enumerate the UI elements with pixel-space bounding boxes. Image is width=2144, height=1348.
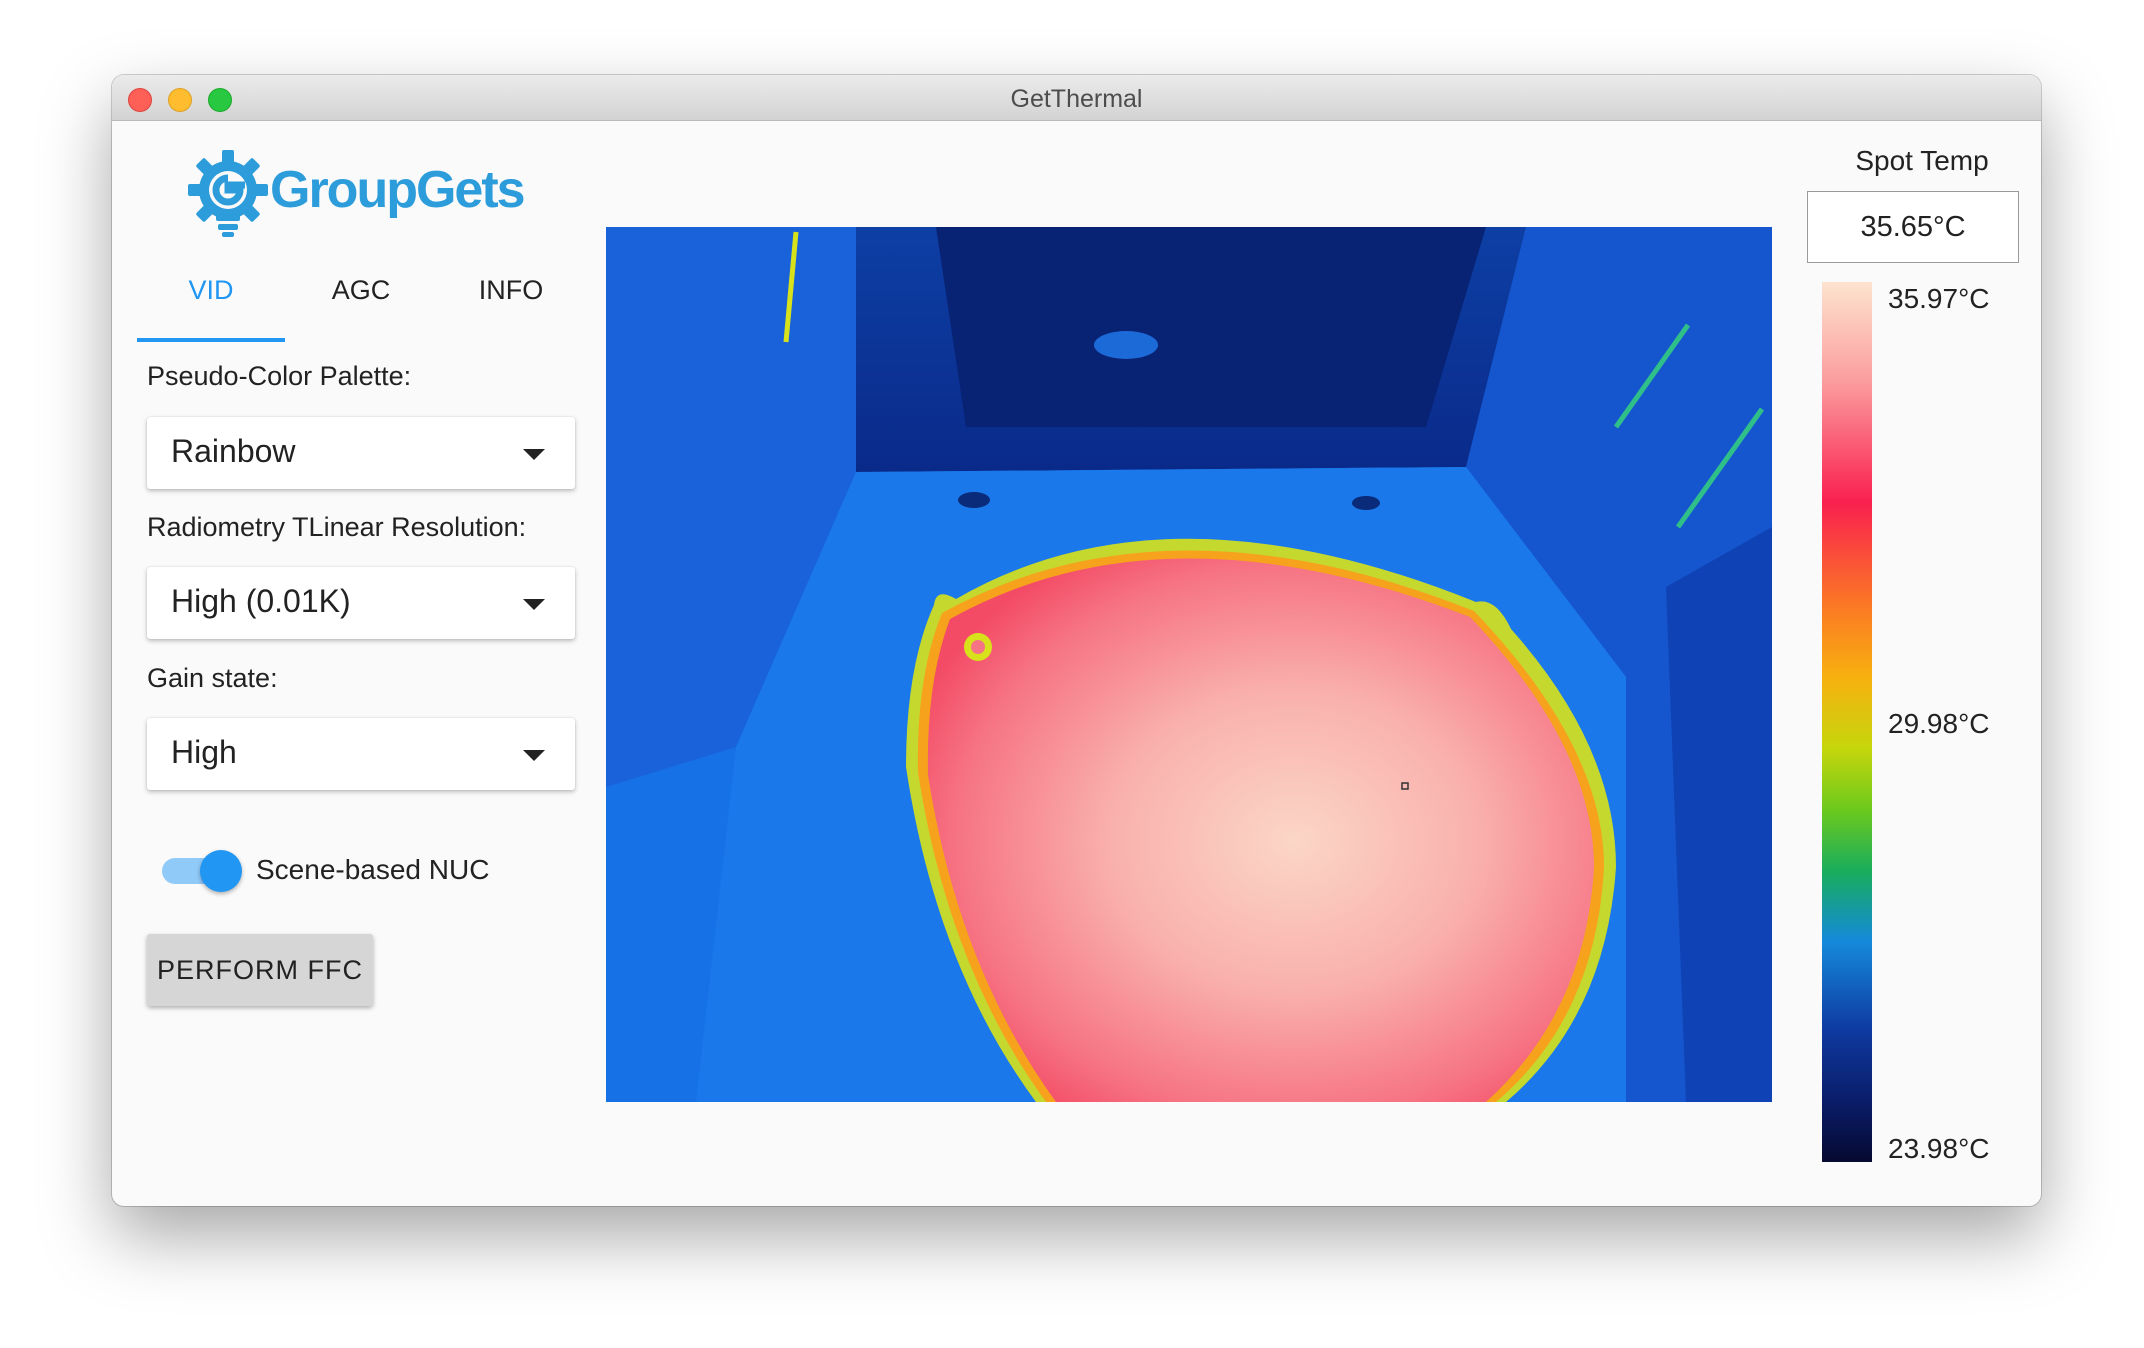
thermal-image <box>606 227 1772 1102</box>
tab-agc[interactable]: AGC <box>286 270 436 310</box>
tab-indicator <box>137 338 285 342</box>
perform-ffc-button[interactable]: PERFORM FFC <box>147 934 373 1006</box>
groupgets-logo: GroupGets <box>188 148 548 238</box>
tab-bar: VID AGC INFO <box>136 270 586 325</box>
palette-value: Rainbow <box>171 433 296 469</box>
gain-label: Gain state: <box>147 663 278 693</box>
tab-info[interactable]: INFO <box>436 270 586 310</box>
nuc-toggle[interactable] <box>162 848 242 892</box>
scale-min-label: 23.98°C <box>1888 1133 1990 1164</box>
gear-lightbulb-icon <box>188 150 268 237</box>
logo-text: GroupGets <box>270 161 526 219</box>
toggle-thumb <box>200 850 242 892</box>
title-bar: GetThermal <box>112 75 2041 121</box>
resolution-select[interactable]: High (0.01K) <box>147 567 575 639</box>
tab-vid[interactable]: VID <box>136 270 286 310</box>
caret-down-icon <box>523 750 545 761</box>
thermal-video-view[interactable] <box>606 227 1772 1102</box>
spot-temp-value: 35.65°C <box>1807 191 2019 263</box>
color-scale-bar <box>1822 282 1872 1162</box>
window-title: GetThermal <box>1010 85 1143 113</box>
palette-select[interactable]: Rainbow <box>147 417 575 489</box>
scale-mid-label: 29.98°C <box>1888 708 1990 739</box>
caret-down-icon <box>523 449 545 460</box>
gain-value: High <box>171 734 237 770</box>
resolution-value: High (0.01K) <box>171 583 351 619</box>
palette-label: Pseudo-Color Palette: <box>147 361 412 391</box>
resolution-label: Radiometry TLinear Resolution: <box>147 512 527 542</box>
scale-max-label: 35.97°C <box>1888 283 1990 314</box>
app-window: GetThermal GroupGets VID AGC INFO Pseudo… <box>112 75 2041 1206</box>
nuc-label: Scene-based NUC <box>256 854 490 885</box>
spot-temp-title: Spot Temp <box>1855 145 1989 176</box>
caret-down-icon <box>523 599 545 610</box>
gain-select[interactable]: High <box>147 718 575 790</box>
